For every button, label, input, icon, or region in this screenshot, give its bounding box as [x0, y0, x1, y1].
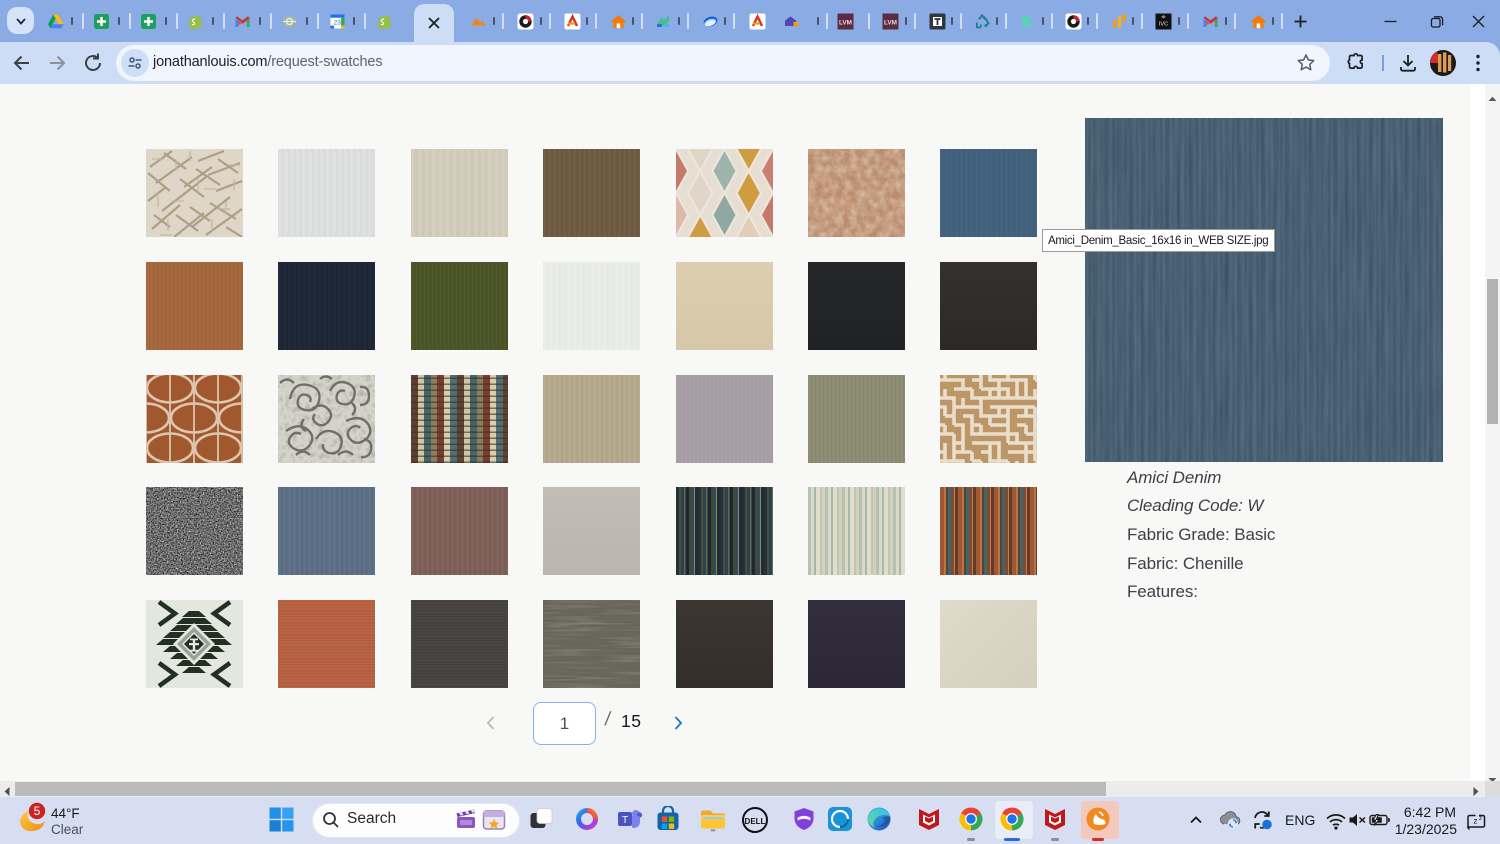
svg-text:z: z: [1479, 815, 1482, 822]
svg-text:5: 5: [34, 804, 41, 818]
svg-text:DELL: DELL: [745, 817, 766, 826]
svg-text:LVM: LVM: [884, 20, 897, 27]
svg-text:LVM: LVM: [839, 20, 852, 27]
svg-text:IVC: IVC: [1159, 22, 1168, 28]
svg-text:23: 23: [334, 20, 342, 27]
svg-text:T: T: [622, 815, 628, 826]
svg-text:z: z: [1474, 817, 1478, 826]
